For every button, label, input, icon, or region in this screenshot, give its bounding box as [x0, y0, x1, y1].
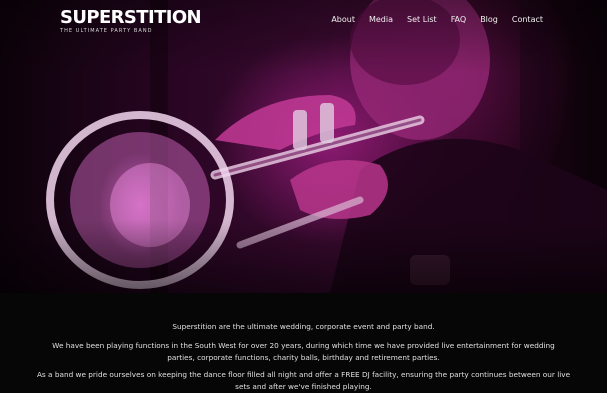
site-logo[interactable]: SUPERSTITION THE ULTIMATE PARTY BAND [60, 7, 202, 35]
logo-name: SUPERSTITION [60, 7, 202, 28]
nav-item-media[interactable]: Media [369, 14, 393, 26]
intro-paragraph-2: We have been playing functions in the So… [52, 341, 555, 362]
nav-item-set-list[interactable]: Set List [407, 14, 437, 26]
main-nav: About Media Set List FAQ Blog Contact [317, 14, 543, 26]
intro-paragraph-3: As a band we pride ourselves on keeping … [36, 370, 571, 391]
intro-paragraph-1: Superstition are the ultimate wedding, c… [172, 322, 435, 331]
hero-image [0, 0, 607, 293]
nav-item-about[interactable]: About [331, 14, 355, 26]
nav-item-faq[interactable]: FAQ [451, 14, 467, 26]
nav-item-blog[interactable]: Blog [480, 14, 498, 26]
logo-tagline: THE ULTIMATE PARTY BAND [60, 28, 153, 34]
intro-section: Superstition are the ultimate wedding, c… [0, 293, 607, 391]
nav-item-contact[interactable]: Contact [512, 14, 543, 26]
